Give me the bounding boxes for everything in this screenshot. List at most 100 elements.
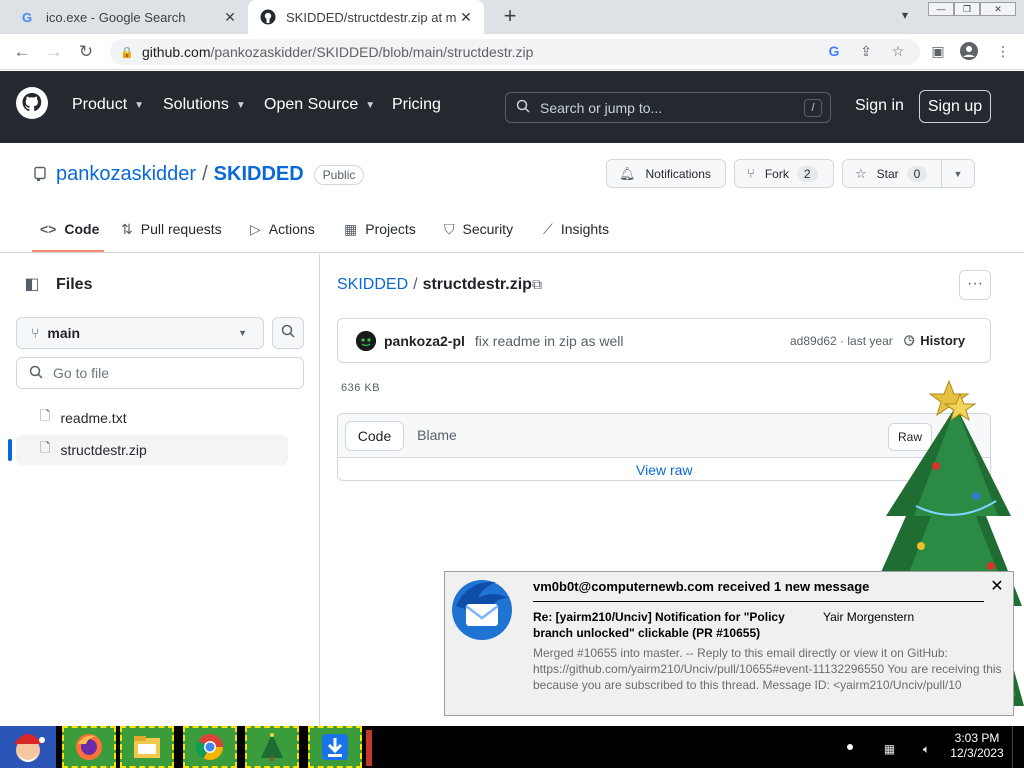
forward-arrow-icon[interactable]: →: [44, 42, 64, 62]
side-panel-icon[interactable]: ▣: [929, 42, 947, 60]
notification-subject: Re: [yairm210/Unciv] Notification for "P…: [533, 610, 785, 640]
selected-file-indicator: [8, 439, 12, 461]
google-lens-icon[interactable]: G: [825, 42, 843, 60]
tree-item-readme[interactable]: 🗋 readme.txt: [16, 403, 288, 433]
show-desktop-button[interactable]: [1012, 726, 1024, 768]
nav-product[interactable]: Product ▼: [72, 96, 144, 114]
go-to-file-input[interactable]: Go to file: [16, 357, 304, 389]
start-button-santa-icon[interactable]: [0, 726, 56, 768]
close-window-icon[interactable]: ✕: [980, 2, 1016, 16]
share-icon[interactable]: ⇪: [857, 42, 875, 60]
branch-name: main: [47, 325, 81, 341]
tree-item-structdestr[interactable]: 🗋 structdestr.zip: [16, 435, 288, 465]
pull-request-icon: ⇅: [121, 220, 133, 237]
repo-owner-link[interactable]: pankozaskidder: [56, 163, 196, 186]
back-arrow-icon[interactable]: ←: [12, 42, 32, 62]
download-taskbar-icon[interactable]: [308, 726, 362, 768]
repo-title-separator: /: [202, 163, 208, 185]
close-icon[interactable]: ✕: [988, 578, 1006, 596]
nav-solutions[interactable]: Solutions ▼: [163, 96, 246, 114]
notifications-button[interactable]: 🔔︎ Notifications: [606, 159, 726, 188]
url-bar[interactable]: 🔒 github.com/pankozaskidder/SKIDDED/blob…: [110, 39, 920, 65]
nav-label: Solutions: [163, 96, 229, 113]
fork-button[interactable]: ⑂ Fork 2: [734, 159, 834, 188]
reload-icon[interactable]: ↻: [76, 42, 96, 62]
chrome-taskbar-icon[interactable]: [183, 726, 237, 768]
notification-sender: Yair Morgenstern: [823, 610, 915, 624]
history-button[interactable]: 🕒︎ History: [904, 333, 965, 349]
file-explorer-taskbar-icon[interactable]: [120, 726, 174, 768]
menu-kebab-icon[interactable]: ⋮: [994, 42, 1012, 60]
commit-message-link[interactable]: fix readme in zip as well: [475, 333, 624, 349]
search-icon: [29, 365, 43, 382]
tab-security[interactable]: ⛉ Security: [444, 212, 513, 246]
github-search-input[interactable]: Search or jump to... /: [505, 92, 831, 123]
firefox-taskbar-icon[interactable]: [62, 726, 116, 768]
view-raw-link[interactable]: View raw: [636, 462, 693, 478]
profile-avatar-icon[interactable]: [960, 42, 978, 60]
tab-label: Projects: [365, 221, 416, 237]
taskbar-clock[interactable]: 3:03 PM 12/3/2023: [948, 731, 1006, 761]
close-icon[interactable]: ✕: [456, 9, 476, 26]
commit-hash-and-age[interactable]: ad89d62 · last year: [790, 334, 893, 348]
thunderbird-icon: [448, 576, 516, 642]
bell-icon: 🔔︎: [619, 165, 636, 181]
avatar[interactable]: [356, 330, 376, 351]
volume-icon[interactable]: 🔈︎: [923, 742, 930, 757]
file-size: 636 KB: [341, 382, 381, 394]
tab-actions[interactable]: ▷ Actions: [250, 212, 315, 246]
latest-commit-bar: pankoza2-pl fix readme in zip as well ad…: [337, 318, 991, 363]
restore-icon[interactable]: ❐: [954, 2, 980, 16]
nav-pricing[interactable]: Pricing: [392, 96, 441, 114]
fork-icon: ⑂: [747, 166, 755, 181]
star-count: 0: [906, 165, 928, 182]
tab-label: Security: [462, 221, 514, 237]
sign-in-link[interactable]: Sign in: [855, 97, 904, 115]
minimize-icon[interactable]: —: [928, 2, 954, 16]
github-logo-icon[interactable]: [16, 87, 48, 119]
tab-pull-requests[interactable]: ⇅ Pull requests: [121, 212, 222, 246]
code-view-toggle[interactable]: Code: [345, 421, 404, 451]
star-list-dropdown[interactable]: ▼: [941, 159, 975, 188]
sign-up-button[interactable]: Sign up: [919, 90, 991, 123]
close-icon[interactable]: ✕: [220, 9, 240, 26]
blame-view-toggle[interactable]: Blame: [408, 421, 466, 451]
bookmark-star-icon[interactable]: ☆: [889, 42, 907, 60]
svg-text:G: G: [22, 10, 32, 24]
christmas-tree-taskbar-icon[interactable]: [245, 726, 299, 768]
network-icon[interactable]: ▦: [884, 742, 895, 756]
more-options-button[interactable]: ···: [959, 270, 991, 300]
copy-path-icon[interactable]: ⧉: [532, 276, 550, 294]
tab-projects[interactable]: ▦ Projects: [344, 212, 416, 246]
search-icon: [516, 99, 530, 116]
tab-insights[interactable]: ⟋ Insights: [543, 212, 609, 246]
history-clock-icon: 🕒︎: [904, 332, 915, 348]
commit-author-link[interactable]: pankoza2-pl: [384, 333, 465, 349]
file-icon: 🗋: [40, 408, 51, 423]
file-search-button[interactable]: [272, 317, 304, 349]
tab-code[interactable]: <> Code: [40, 212, 99, 246]
file-icon: 🗋: [40, 440, 51, 455]
nav-label: Open Source: [264, 96, 359, 113]
notification-header: vm0b0t@computernewb.com received 1 new m…: [533, 579, 870, 594]
new-tab-button[interactable]: +: [498, 5, 522, 29]
browser-tab-github[interactable]: SKIDDED/structdestr.zip at main ✕: [248, 0, 484, 34]
branch-selector[interactable]: ⑂ main ▼: [16, 317, 264, 349]
keyboard-shortcut-badge: /: [804, 99, 822, 117]
nav-label: Pricing: [392, 96, 441, 113]
chevron-down-icon: ▼: [235, 99, 246, 111]
tree-item-label: structdestr.zip: [60, 442, 147, 458]
google-icon: G: [20, 9, 36, 25]
chevron-down-icon: ▼: [134, 99, 145, 111]
repo-icon: [32, 166, 48, 182]
chevron-down-icon[interactable]: ▾: [895, 8, 915, 28]
code-icon: <>: [40, 221, 57, 237]
taskbar-divider: [366, 730, 372, 766]
breadcrumb-repo-link[interactable]: SKIDDED: [337, 276, 408, 294]
repo-name-link[interactable]: SKIDDED: [214, 163, 304, 186]
nav-open-source[interactable]: Open Source ▼: [264, 96, 375, 114]
browser-tab-google[interactable]: G ico.exe - Google Search ✕: [0, 0, 248, 34]
sidebar-collapse-icon[interactable]: ◧: [16, 270, 48, 300]
star-button[interactable]: ☆ Star 0: [842, 159, 942, 188]
go-to-file-placeholder: Go to file: [53, 365, 110, 381]
